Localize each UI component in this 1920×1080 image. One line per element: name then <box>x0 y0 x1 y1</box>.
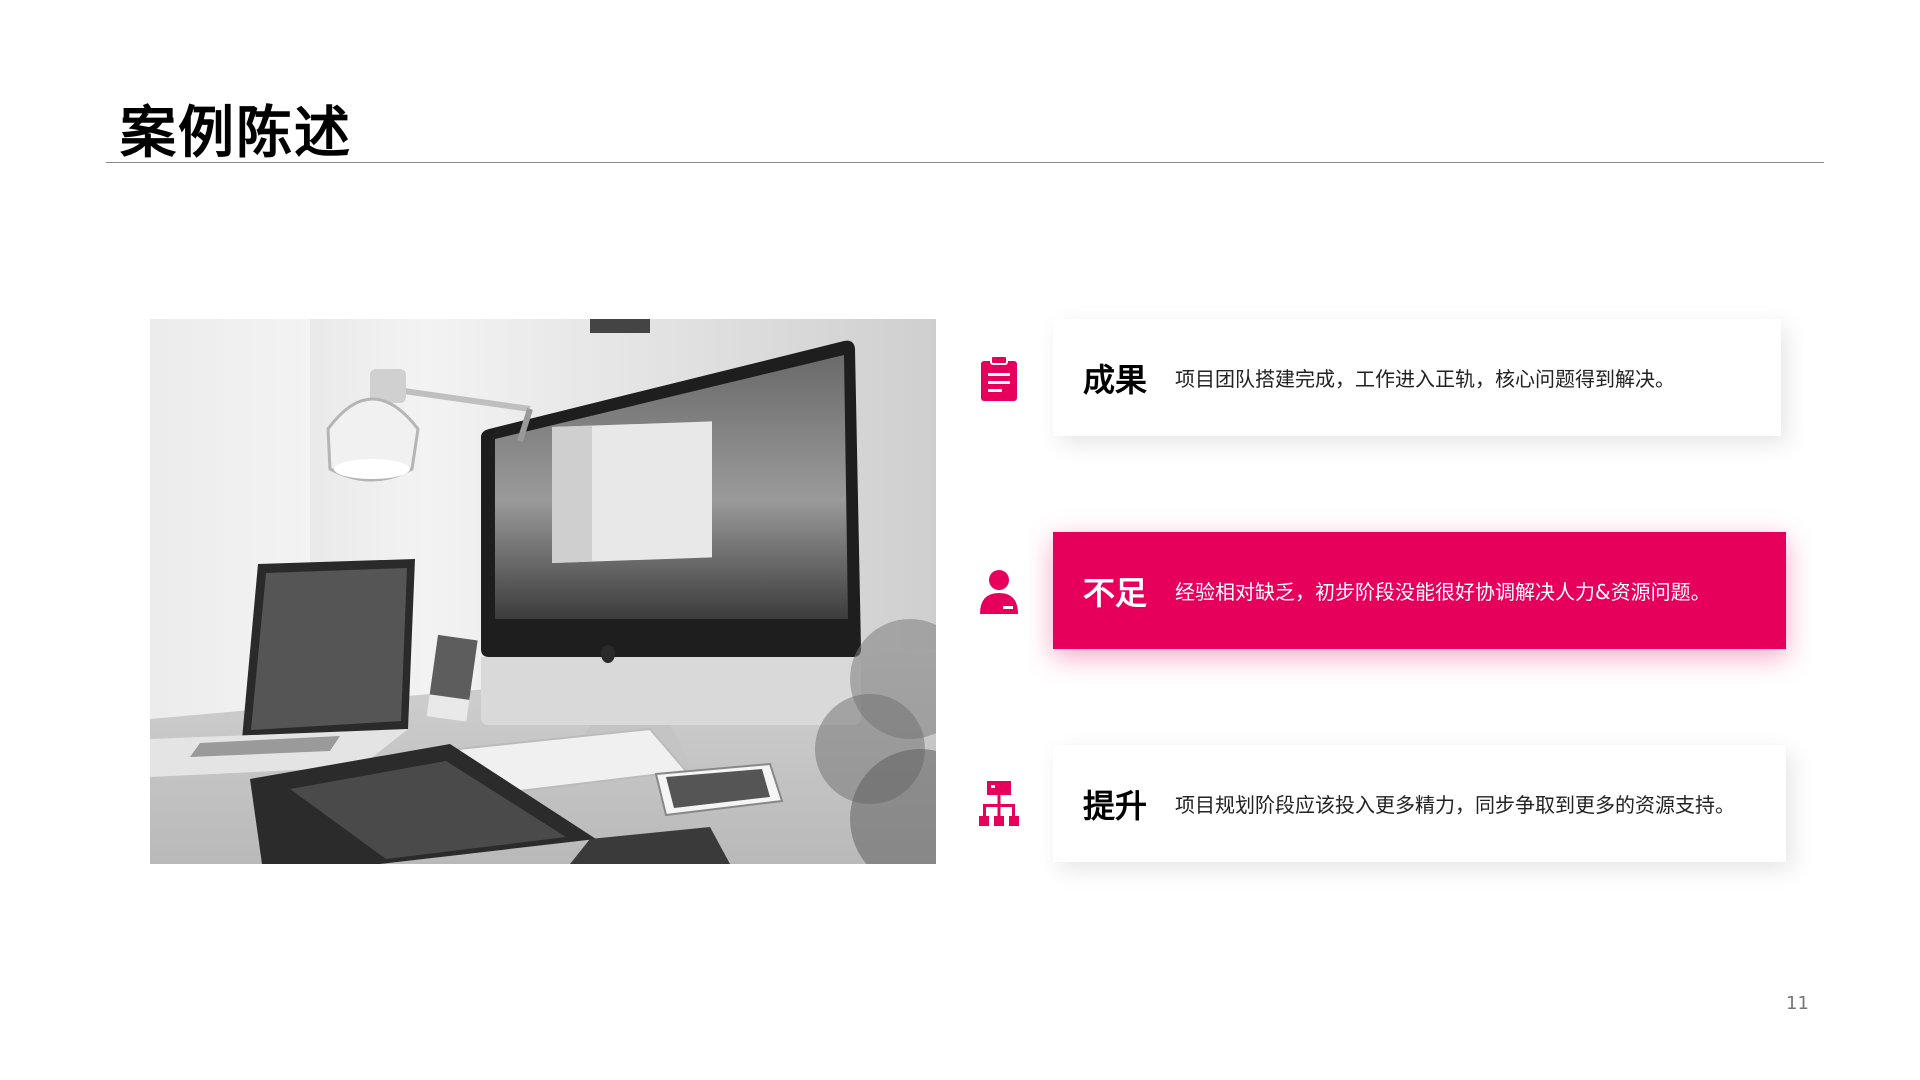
improvement-card: 提升 项目规划阶段应该投入更多精力，同步争取到更多的资源支持。 <box>1053 745 1786 862</box>
result-card: 成果 项目团队搭建完成，工作进入正轨，核心问题得到解决。 <box>1053 319 1781 436</box>
page-title: 案例陈述 <box>120 101 352 166</box>
org-chart-icon <box>979 781 1019 827</box>
person-icon <box>979 569 1019 615</box>
card-title: 不足 <box>1083 573 1148 612</box>
page-number: 11 <box>1786 993 1809 1014</box>
card-title: 成果 <box>1083 360 1148 399</box>
desk-photo <box>150 319 936 864</box>
card-text: 项目规划阶段应该投入更多精力，同步争取到更多的资源支持。 <box>1175 793 1736 817</box>
shortcoming-card: 不足 经验相对缺乏，初步阶段没能很好协调解决人力&资源问题。 <box>1053 532 1786 649</box>
card-text: 项目团队搭建完成，工作进入正轨，核心问题得到解决。 <box>1175 367 1676 391</box>
clipboard-icon <box>979 355 1019 401</box>
card-text: 经验相对缺乏，初步阶段没能很好协调解决人力&资源问题。 <box>1175 580 1711 604</box>
card-title: 提升 <box>1083 786 1148 825</box>
title-divider <box>106 162 1824 163</box>
